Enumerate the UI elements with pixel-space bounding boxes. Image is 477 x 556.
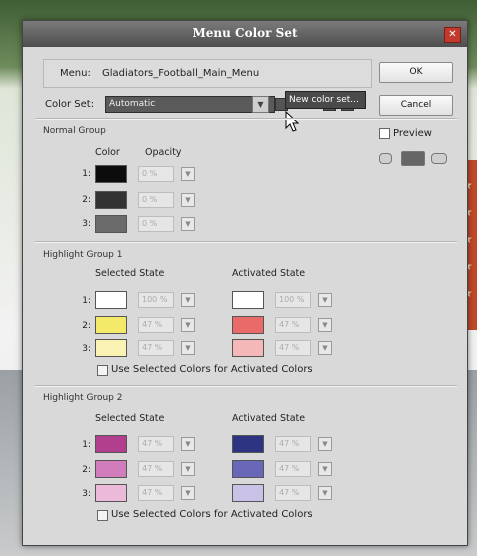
chevron-down-icon[interactable]: ▼ bbox=[181, 217, 195, 231]
h2-activated-color-1-swatch[interactable] bbox=[232, 435, 264, 453]
h1-activated-color-3-swatch[interactable] bbox=[232, 339, 264, 357]
chevron-down-icon[interactable]: ▼ bbox=[181, 341, 195, 355]
chevron-down-icon[interactable]: ▼ bbox=[181, 293, 195, 307]
row-number: 2: bbox=[82, 465, 91, 475]
chevron-down-icon[interactable]: ▼ bbox=[252, 96, 269, 113]
chevron-down-icon[interactable]: ▼ bbox=[181, 486, 195, 500]
mouse-cursor-icon bbox=[285, 111, 300, 132]
chevron-down-icon[interactable]: ▼ bbox=[181, 318, 195, 332]
h2-selected-color-2-swatch[interactable] bbox=[95, 460, 127, 478]
h1-selected-opacity-3-field[interactable]: 47 % bbox=[138, 340, 174, 356]
menu-color-set-dialog: Menu Color Set ✕ Menu: Gladiators_Footba… bbox=[22, 20, 468, 546]
normal-color-1-swatch[interactable] bbox=[95, 165, 127, 183]
h1-selected-color-2-swatch[interactable] bbox=[95, 316, 127, 334]
chevron-down-icon[interactable]: ▼ bbox=[181, 462, 195, 476]
h1-use-selected-label: Use Selected Colors for Activated Colors bbox=[111, 364, 313, 375]
highlight-group-1-label: Highlight Group 1 bbox=[43, 250, 123, 260]
h2-use-selected-checkbox[interactable] bbox=[97, 510, 108, 521]
h2-activated-opacity-1-field[interactable]: 47 % bbox=[275, 436, 311, 452]
separator bbox=[35, 241, 457, 243]
separator bbox=[35, 118, 457, 120]
color-column-header: Color bbox=[95, 147, 120, 158]
h2-use-selected-label: Use Selected Colors for Activated Colors bbox=[111, 509, 313, 520]
h1-activated-opacity-2-field[interactable]: 47 % bbox=[275, 317, 311, 333]
normal-group-label: Normal Group bbox=[43, 126, 106, 136]
h1-selected-color-3-swatch[interactable] bbox=[95, 339, 127, 357]
chevron-down-icon[interactable]: ▼ bbox=[318, 318, 332, 332]
menu-value: Gladiators_Football_Main_Menu bbox=[102, 68, 260, 79]
row-number: 1: bbox=[82, 440, 91, 450]
chevron-down-icon[interactable]: ▼ bbox=[181, 193, 195, 207]
h2-activated-color-3-swatch[interactable] bbox=[232, 484, 264, 502]
dialog-titlebar[interactable]: Menu Color Set ✕ bbox=[23, 21, 467, 47]
activated-state-header: Activated State bbox=[232, 413, 306, 424]
new-color-set-tooltip: New color set... bbox=[285, 91, 366, 109]
h2-activated-color-2-swatch[interactable] bbox=[232, 460, 264, 478]
chevron-down-icon[interactable]: ▼ bbox=[181, 167, 195, 181]
normal-opacity-3-field[interactable]: 0 % bbox=[138, 216, 174, 232]
close-icon[interactable]: ✕ bbox=[444, 27, 461, 43]
current-button-icon[interactable] bbox=[401, 151, 425, 166]
separator bbox=[35, 385, 457, 387]
normal-color-3-swatch[interactable] bbox=[95, 215, 127, 233]
selected-state-header: Selected State bbox=[95, 413, 165, 424]
row-number: 1: bbox=[82, 296, 91, 306]
color-set-label: Color Set: bbox=[45, 99, 95, 110]
h1-activated-opacity-3-field[interactable]: 47 % bbox=[275, 340, 311, 356]
chevron-down-icon[interactable]: ▼ bbox=[318, 437, 332, 451]
normal-opacity-2-field[interactable]: 0 % bbox=[138, 192, 174, 208]
row-number: 3: bbox=[82, 344, 91, 354]
normal-color-2-swatch[interactable] bbox=[95, 191, 127, 209]
menu-name-row: Menu: Gladiators_Football_Main_Menu bbox=[43, 59, 372, 88]
color-set-select[interactable]: Automatic bbox=[105, 96, 275, 113]
dialog-title: Menu Color Set bbox=[192, 26, 298, 40]
chevron-down-icon[interactable]: ▼ bbox=[318, 341, 332, 355]
h1-activated-color-2-swatch[interactable] bbox=[232, 316, 264, 334]
next-button-icon[interactable] bbox=[431, 153, 447, 164]
row-number: 1: bbox=[82, 169, 91, 179]
highlight-group-2-label: Highlight Group 2 bbox=[43, 393, 123, 403]
row-number: 3: bbox=[82, 219, 91, 229]
opacity-column-header: Opacity bbox=[145, 147, 182, 158]
h1-selected-opacity-2-field[interactable]: 47 % bbox=[138, 317, 174, 333]
menu-label: Menu: bbox=[60, 68, 91, 79]
chevron-down-icon[interactable]: ▼ bbox=[318, 486, 332, 500]
h1-use-selected-checkbox[interactable] bbox=[97, 365, 108, 376]
h1-activated-opacity-1-field[interactable]: 100 % bbox=[275, 292, 311, 308]
h2-activated-opacity-2-field[interactable]: 47 % bbox=[275, 461, 311, 477]
activated-state-header: Activated State bbox=[232, 268, 306, 279]
chevron-down-icon[interactable]: ▼ bbox=[181, 437, 195, 451]
h2-selected-opacity-2-field[interactable]: 47 % bbox=[138, 461, 174, 477]
cancel-button[interactable]: Cancel bbox=[379, 95, 453, 116]
h2-selected-opacity-1-field[interactable]: 47 % bbox=[138, 436, 174, 452]
h2-selected-color-3-swatch[interactable] bbox=[95, 484, 127, 502]
h2-selected-color-1-swatch[interactable] bbox=[95, 435, 127, 453]
preview-checkbox[interactable] bbox=[379, 128, 390, 139]
h2-activated-opacity-3-field[interactable]: 47 % bbox=[275, 485, 311, 501]
chevron-down-icon[interactable]: ▼ bbox=[318, 293, 332, 307]
row-number: 2: bbox=[82, 195, 91, 205]
h1-selected-color-1-swatch[interactable] bbox=[95, 291, 127, 309]
normal-opacity-1-field[interactable]: 0 % bbox=[138, 166, 174, 182]
h2-selected-opacity-3-field[interactable]: 47 % bbox=[138, 485, 174, 501]
preview-label: Preview bbox=[393, 128, 432, 139]
selected-state-header: Selected State bbox=[95, 268, 165, 279]
previous-button-icon[interactable] bbox=[379, 153, 392, 164]
ok-button[interactable]: OK bbox=[379, 62, 453, 83]
row-number: 3: bbox=[82, 489, 91, 499]
row-number: 2: bbox=[82, 321, 91, 331]
h1-selected-opacity-1-field[interactable]: 100 % bbox=[138, 292, 174, 308]
chevron-down-icon[interactable]: ▼ bbox=[318, 462, 332, 476]
h1-activated-color-1-swatch[interactable] bbox=[232, 291, 264, 309]
